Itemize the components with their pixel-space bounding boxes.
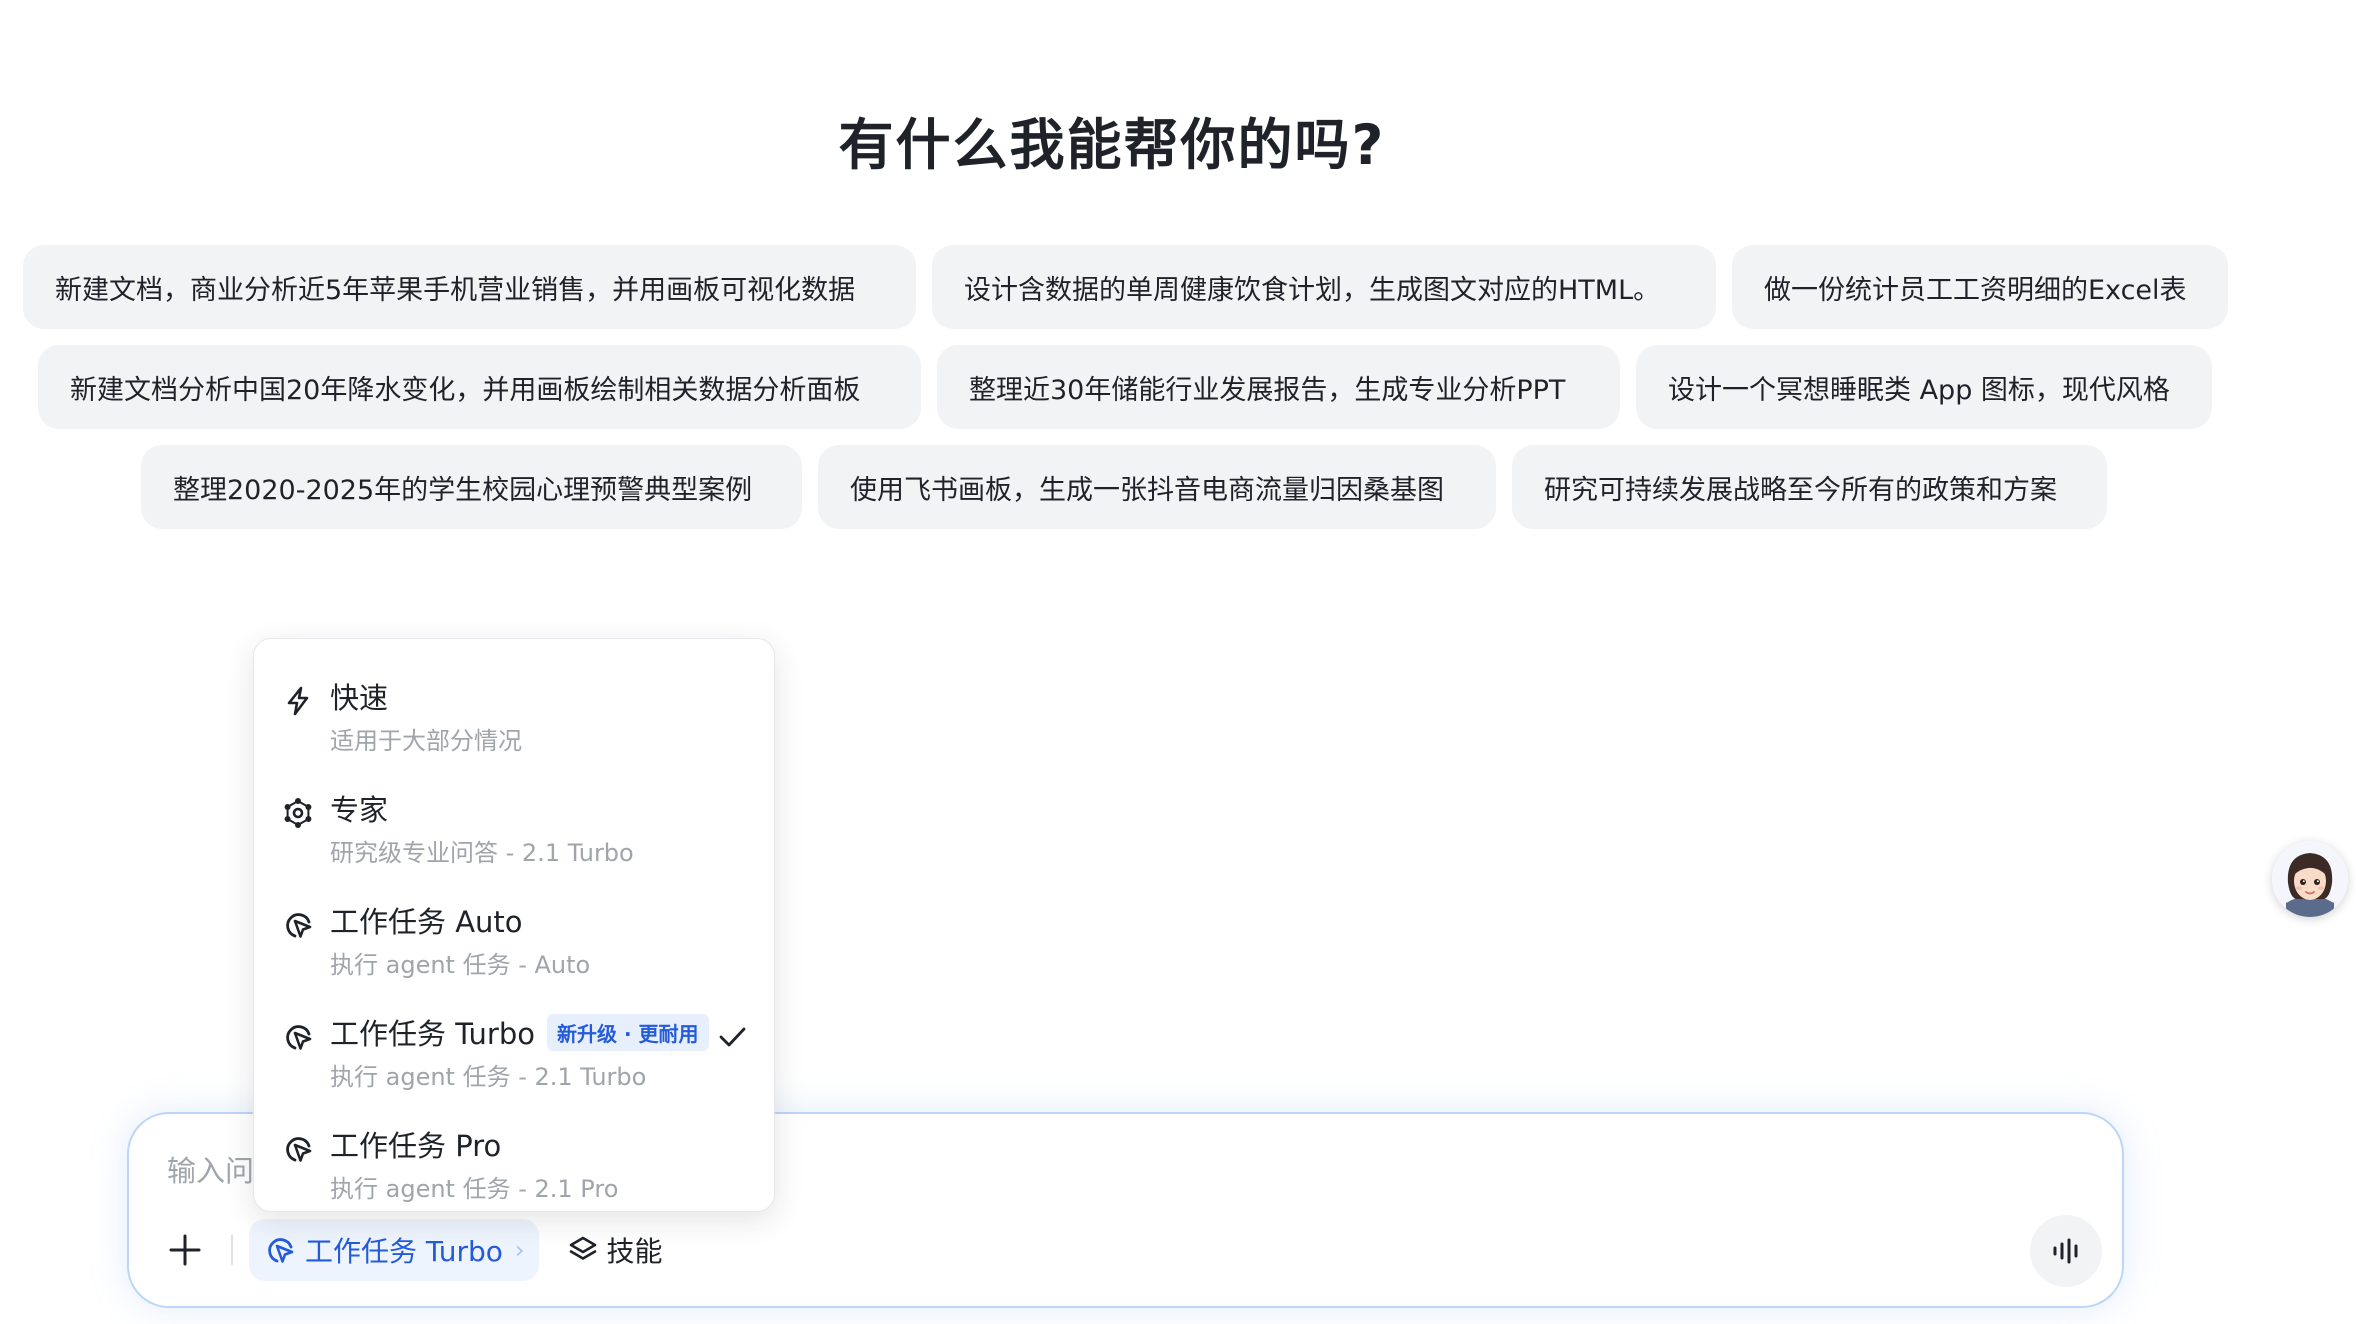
voice-wave-icon bbox=[2053, 1238, 2078, 1264]
input-toolbar: 工作任务 Turbo › 技能 bbox=[159, 1215, 2102, 1287]
page-title: 有什么我能帮你的吗? bbox=[838, 113, 1386, 177]
assistant-avatar-illustration bbox=[2272, 841, 2348, 917]
page: 有什么我能帮你的吗? 新建文档，商业分析近5年苹果手机营业销售，并用画板可视化数… bbox=[0, 0, 2356, 1324]
skills-button[interactable]: 技能 bbox=[551, 1219, 679, 1281]
mode-option-title: 专家 bbox=[330, 793, 389, 827]
suggestion-chip[interactable]: 研究可持续发展战略至今所有的政策和方案 bbox=[1512, 445, 2107, 529]
add-attachment-button[interactable] bbox=[159, 1224, 211, 1276]
mode-option-subtitle: 执行 agent 任务 - Auto bbox=[330, 951, 591, 979]
mode-selector-button[interactable]: 工作任务 Turbo › bbox=[249, 1219, 539, 1281]
cursor-click-icon bbox=[268, 1238, 294, 1263]
chat-input-placeholder[interactable]: 输入问 bbox=[167, 1148, 254, 1190]
mode-option-title: 工作任务 Turbo 新升级 · 更耐用 bbox=[330, 1011, 709, 1053]
mode-option-title-text: 工作任务 Turbo bbox=[330, 1017, 535, 1051]
mode-option-subtitle: 执行 agent 任务 - 2.1 Turbo bbox=[330, 1063, 647, 1091]
mode-option-subtitle: 执行 agent 任务 - 2.1 Pro bbox=[330, 1175, 619, 1203]
mode-option-fast[interactable]: 快速 适用于大部分情况 bbox=[254, 659, 774, 759]
suggestion-chip[interactable]: 做一份统计员工工资明细的Excel表 bbox=[1732, 245, 2228, 329]
mode-option-title: 工作任务 Pro bbox=[330, 1129, 502, 1163]
suggestion-chip[interactable]: 新建文档，商业分析近5年苹果手机营业销售，并用画板可视化数据 bbox=[23, 245, 916, 329]
mode-dropdown-menu: 快速 适用于大部分情况 专家 研究级专业问答 - 2.1 Turbo 工作任务 … bbox=[253, 638, 775, 1212]
suggestion-chip[interactable]: 使用飞书画板，生成一张抖音电商流量归因桑基图 bbox=[818, 445, 1496, 529]
expert-icon bbox=[280, 795, 316, 831]
cursor-click-icon bbox=[280, 907, 316, 943]
voice-input-button[interactable] bbox=[2030, 1215, 2102, 1287]
mode-option-task-turbo[interactable]: 工作任务 Turbo 新升级 · 更耐用 执行 agent 任务 - 2.1 T… bbox=[254, 995, 774, 1095]
cursor-click-icon bbox=[280, 1019, 316, 1055]
suggestion-chip[interactable]: 新建文档分析中国20年降水变化，并用画板绘制相关数据分析面板 bbox=[38, 345, 921, 429]
lightning-icon bbox=[280, 683, 316, 719]
skills-label: 技能 bbox=[606, 1235, 663, 1268]
assistant-avatar[interactable] bbox=[2272, 841, 2348, 917]
suggestion-row-3: 整理2020-2025年的学生校园心理预警典型案例 使用飞书画板，生成一张抖音电… bbox=[141, 445, 2107, 529]
plus-icon bbox=[169, 1234, 201, 1266]
suggestion-chip[interactable]: 整理2020-2025年的学生校园心理预警典型案例 bbox=[141, 445, 802, 529]
suggestion-row-1: 新建文档，商业分析近5年苹果手机营业销售，并用画板可视化数据 设计含数据的单周健… bbox=[23, 245, 2228, 329]
toolbar-divider bbox=[231, 1235, 233, 1265]
mode-option-expert[interactable]: 专家 研究级专业问答 - 2.1 Turbo bbox=[254, 771, 774, 871]
mode-option-task-auto[interactable]: 工作任务 Auto 执行 agent 任务 - Auto bbox=[254, 883, 774, 983]
mode-option-title: 工作任务 Auto bbox=[330, 905, 523, 939]
suggestion-chip[interactable]: 整理近30年储能行业发展报告，生成专业分析PPT bbox=[937, 345, 1620, 429]
cursor-click-icon bbox=[280, 1131, 316, 1167]
mode-option-subtitle: 适用于大部分情况 bbox=[330, 727, 522, 755]
mode-option-title: 快速 bbox=[330, 681, 389, 715]
suggestion-chip[interactable]: 设计含数据的单周健康饮食计划，生成图文对应的HTML。 bbox=[932, 245, 1716, 329]
layers-icon bbox=[569, 1236, 596, 1260]
mode-option-subtitle: 研究级专业问答 - 2.1 Turbo bbox=[330, 839, 634, 867]
mode-selector-label: 工作任务 Turbo bbox=[305, 1235, 503, 1268]
chevron-right-icon: › bbox=[514, 1236, 525, 1264]
suggestion-chip[interactable]: 设计一个冥想睡眠类 App 图标，现代风格 bbox=[1636, 345, 2212, 429]
new-upgrade-badge: 新升级 · 更耐用 bbox=[546, 1013, 709, 1051]
suggestion-row-2: 新建文档分析中国20年降水变化，并用画板绘制相关数据分析面板 整理近30年储能行… bbox=[38, 345, 2212, 429]
checkmark-icon bbox=[714, 1019, 750, 1055]
mode-option-task-pro[interactable]: 工作任务 Pro 执行 agent 任务 - 2.1 Pro bbox=[254, 1107, 774, 1207]
